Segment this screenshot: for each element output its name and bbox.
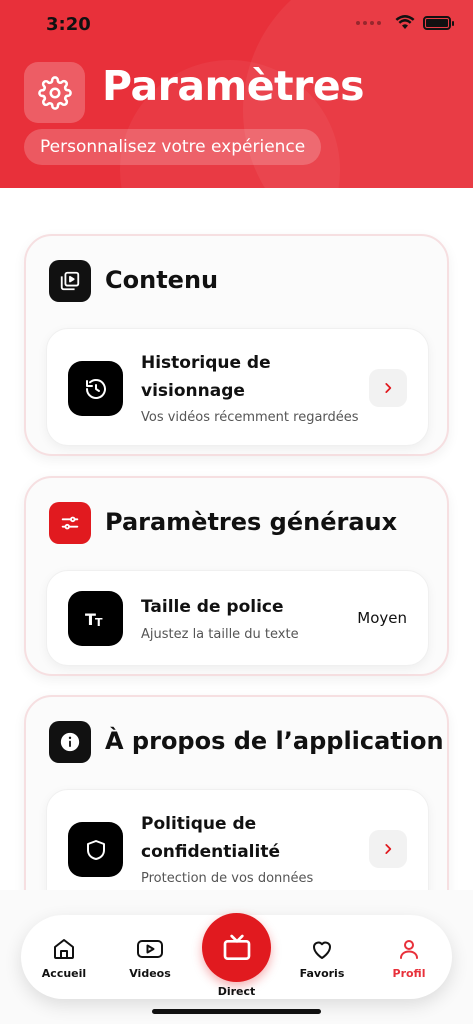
history-item[interactable]: Historique de visionnage Vos vidéos réce…	[46, 328, 429, 446]
section-icon	[49, 502, 91, 544]
section-icon	[49, 721, 91, 763]
section-icon	[49, 260, 91, 302]
item-subtitle: Ajustez la taille du texte	[141, 627, 299, 642]
nav-item-profile[interactable]: Profil	[374, 937, 444, 980]
status-icons	[356, 15, 454, 30]
item-icon	[68, 361, 123, 416]
page-title: Paramètres	[102, 62, 365, 110]
item-title: Taille de police	[141, 597, 284, 617]
gear-icon	[37, 75, 72, 110]
nav-item-favorites[interactable]: Favoris	[287, 937, 357, 980]
section-title: Paramètres généraux	[105, 508, 398, 536]
nav-label: Videos	[129, 967, 171, 980]
header: 3:20 Paramètres Personnalisez votre expé…	[0, 0, 473, 188]
chevron-button[interactable]	[369, 830, 407, 868]
shield-icon	[86, 839, 105, 860]
nav-label: Accueil	[41, 967, 87, 980]
status-time: 3:20	[46, 14, 91, 35]
section-title: À propos de l’application	[105, 727, 444, 755]
svg-text:T: T	[95, 616, 103, 629]
nav-item-home[interactable]: Accueil	[29, 937, 99, 980]
info-icon	[60, 732, 80, 752]
video-library-icon	[60, 271, 80, 291]
history-icon	[85, 378, 106, 399]
item-icon	[68, 822, 123, 877]
nav-label: Profil	[392, 967, 426, 980]
font-size-item[interactable]: T T Taille de police Ajustez la taille d…	[46, 570, 429, 666]
nav-label-live: Direct	[217, 985, 256, 998]
item-subtitle: Protection de vos données	[141, 871, 314, 886]
text-size-icon: T T	[85, 610, 103, 629]
play-icon	[137, 940, 163, 958]
nav-label: Favoris	[299, 967, 345, 980]
user-icon	[400, 940, 418, 959]
nav-item-live[interactable]	[202, 913, 271, 982]
chevron-button[interactable]	[369, 369, 407, 407]
sliders-icon	[61, 516, 79, 530]
heart-icon	[313, 941, 331, 959]
section-general-settings: Paramètres généraux T T Taille de police…	[24, 476, 449, 676]
battery-icon	[423, 15, 454, 30]
chevron-right-icon	[385, 383, 392, 393]
home-icon	[54, 939, 74, 959]
item-title: Historique de visionnage	[141, 353, 271, 401]
page-subtitle: Personnalisez votre expérience	[24, 129, 322, 165]
home-indicator[interactable]	[152, 1009, 321, 1014]
signal-icon	[356, 20, 381, 25]
item-subtitle: Vos vidéos récemment regardées	[141, 410, 359, 425]
section-content: Contenu Historique de visionnage Vos vid…	[24, 234, 449, 456]
section-title: Contenu	[105, 266, 219, 294]
settings-header-icon	[24, 62, 85, 123]
chevron-right-icon	[385, 844, 392, 854]
font-size-value: Moyen	[357, 609, 407, 627]
tv-icon	[223, 934, 250, 960]
item-icon: T T	[68, 591, 123, 646]
wifi-icon	[395, 15, 415, 29]
nav-item-videos[interactable]: Videos	[115, 937, 185, 980]
item-title: Politique de confidentialité	[141, 814, 280, 862]
